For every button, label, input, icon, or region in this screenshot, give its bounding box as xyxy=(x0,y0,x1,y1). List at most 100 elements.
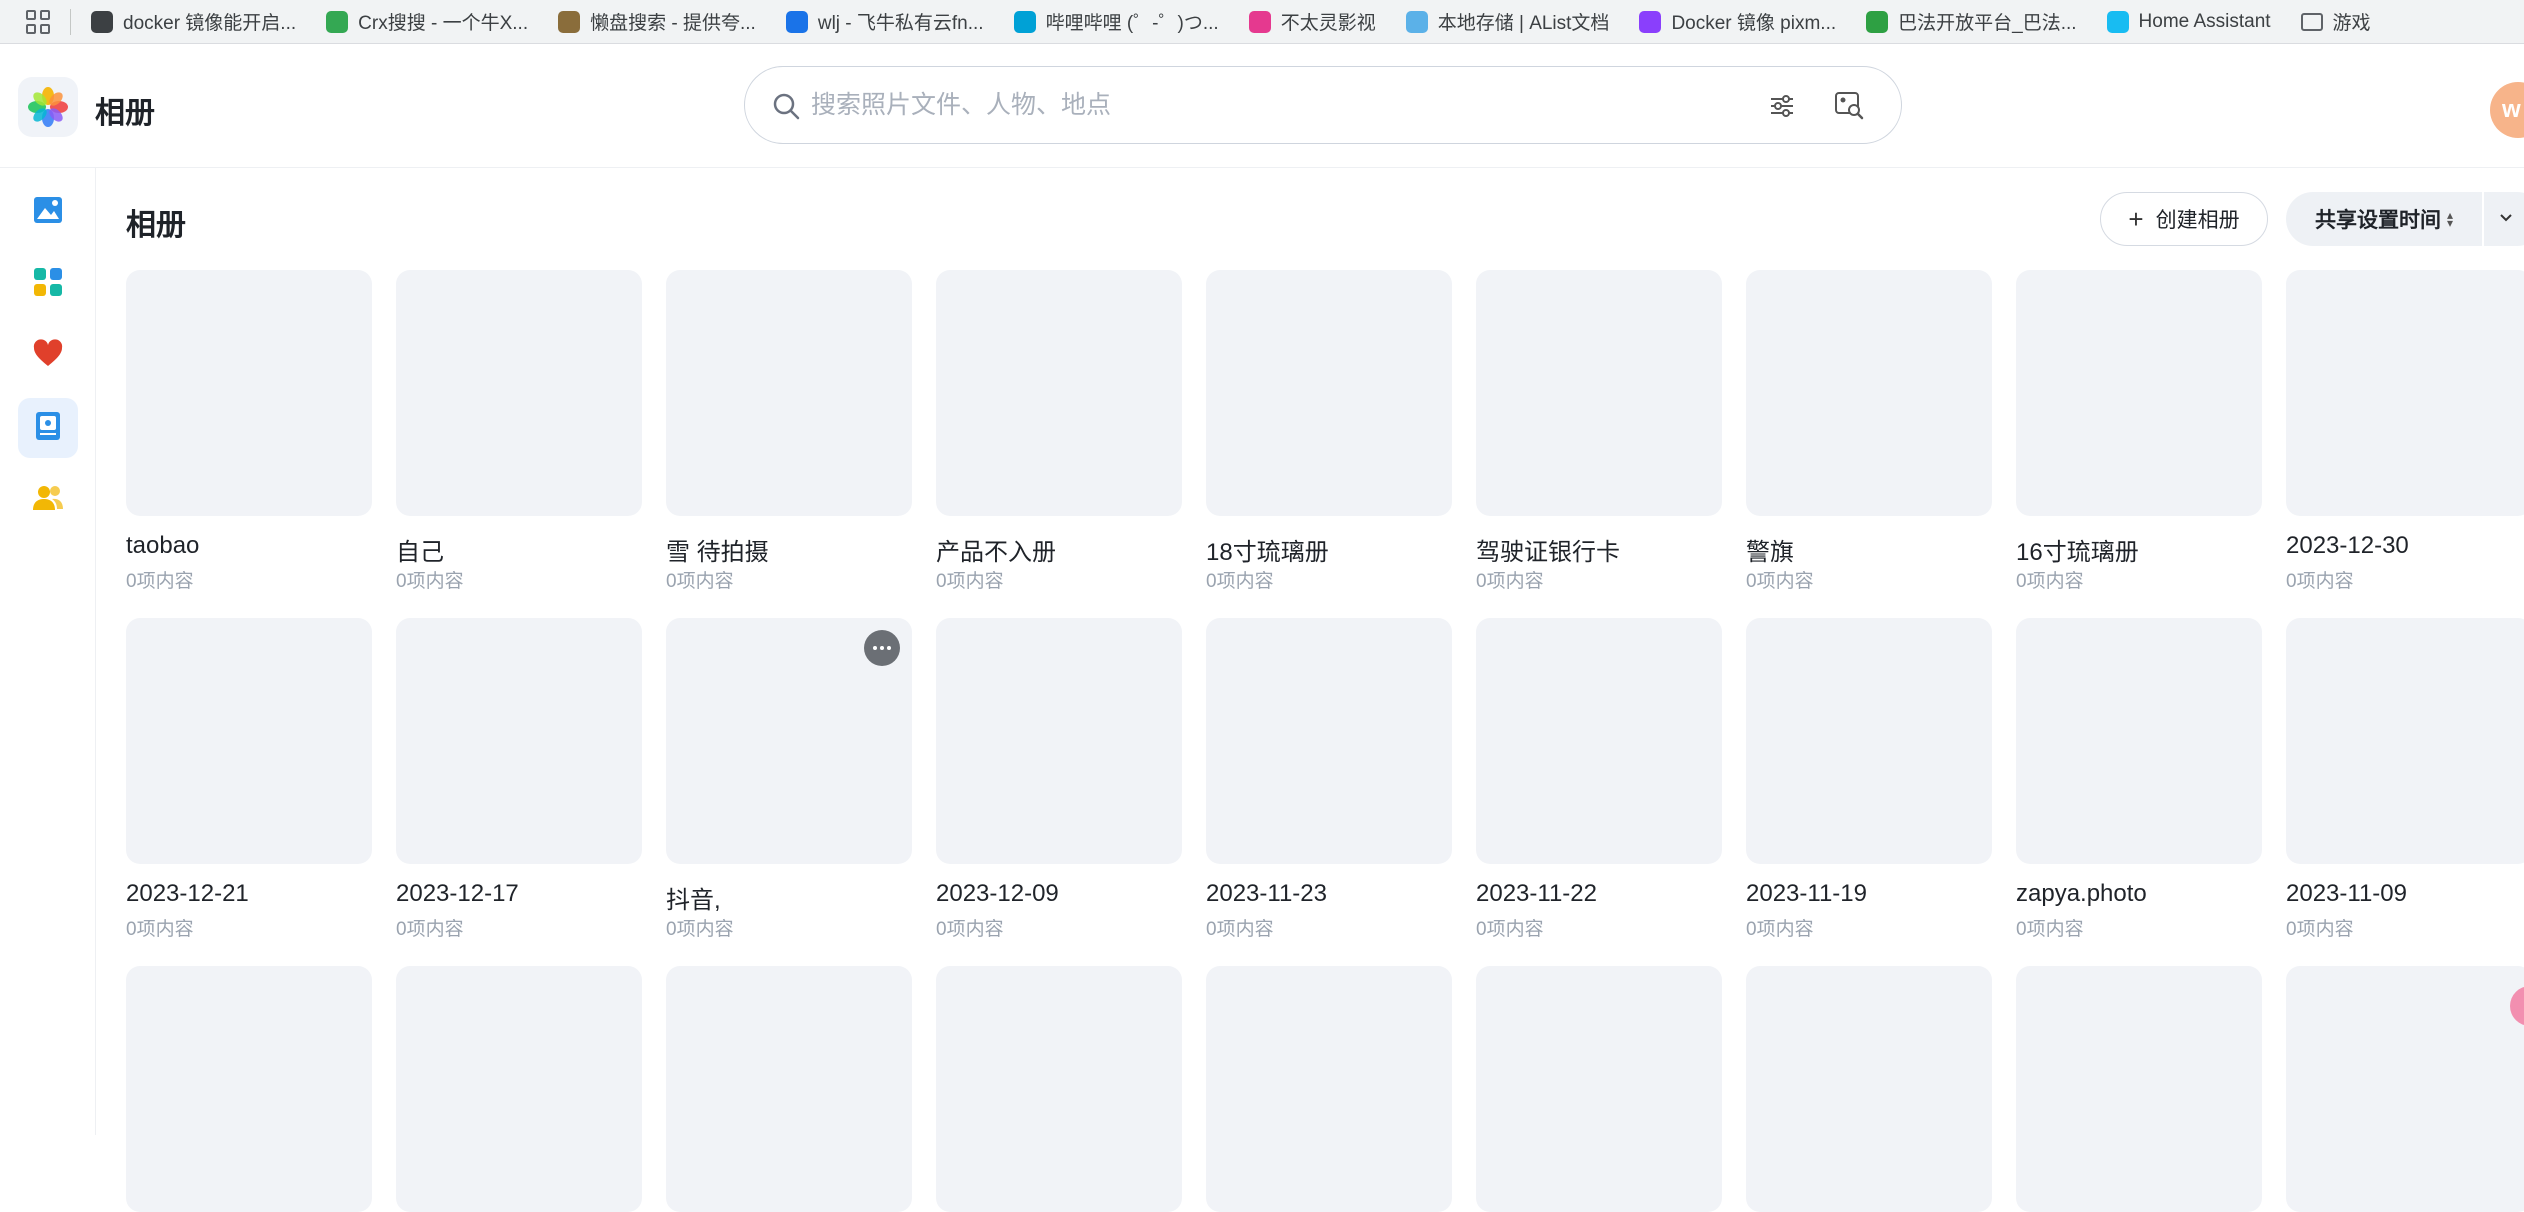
album-thumbnail[interactable] xyxy=(126,270,372,516)
album-thumbnail[interactable] xyxy=(666,270,912,516)
album-card[interactable]: 2023-12-30 0项内容 xyxy=(2286,270,2524,592)
bookmark-label: wlj - 飞牛私有云fn... xyxy=(817,13,984,34)
album-card[interactable]: 16寸琉璃册 0项内容 xyxy=(2016,270,2262,592)
album-card[interactable]: 产品不入册 0项内容 xyxy=(936,270,1182,592)
bookmark-item[interactable]: 哔哩哔哩 (゜-゜)つ... xyxy=(1013,8,1219,35)
album-thumbnail[interactable] xyxy=(126,966,372,1212)
bookmark-item[interactable]: wlj - 飞牛私有云fn... xyxy=(785,8,984,35)
album-card[interactable] xyxy=(936,966,1182,1212)
album-thumbnail[interactable] xyxy=(126,618,372,864)
photo-icon xyxy=(32,194,64,231)
album-card[interactable] xyxy=(1746,966,1992,1212)
album-count: 0项内容 xyxy=(1476,571,1544,592)
search-input[interactable] xyxy=(811,85,1711,125)
sort-dropdown-button[interactable] xyxy=(2484,192,2524,246)
album-card[interactable]: zapya.photo 0项内容 xyxy=(2016,618,2262,940)
search-bar[interactable] xyxy=(744,66,1902,144)
album-card[interactable]: 抖音, 0项内容 xyxy=(666,618,912,940)
heart-icon xyxy=(32,338,64,375)
bookmark-item[interactable]: docker 镜像能开启... xyxy=(91,8,296,35)
album-thumbnail[interactable] xyxy=(2016,966,2262,1212)
album-card[interactable]: 雪 待拍摄 0项内容 xyxy=(666,270,912,592)
album-thumbnail[interactable] xyxy=(936,270,1182,516)
bookmark-item[interactable]: Home Assistant xyxy=(2106,10,2271,33)
album-name: 2023-11-22 xyxy=(1476,880,1597,907)
album-thumbnail[interactable] xyxy=(396,618,642,864)
filter-settings-icon[interactable] xyxy=(1767,91,1797,126)
bookmark-item[interactable]: 懒盘搜索 - 提供夸... xyxy=(558,8,756,35)
album-count: 0项内容 xyxy=(1746,571,1814,592)
app-title: 相册 xyxy=(95,97,155,130)
album-name: 2023-11-19 xyxy=(1746,880,1867,907)
photos-logo-icon[interactable] xyxy=(18,77,78,137)
apps-grid-icon[interactable] xyxy=(24,8,52,36)
bookmark-item[interactable]: 游戏 xyxy=(2300,8,2371,35)
album-name: 警旗 xyxy=(1746,539,1794,566)
album-card[interactable]: 2023-11-23 0项内容 xyxy=(1206,618,1452,940)
album-count: 0项内容 xyxy=(666,919,734,940)
sidebar-item-favorites[interactable] xyxy=(18,326,78,386)
album-thumbnail[interactable] xyxy=(2016,270,2262,516)
album-card[interactable]: taobao 0项内容 xyxy=(126,270,372,592)
album-name: 雪 待拍摄 xyxy=(666,539,769,566)
sidebar-item-albums[interactable] xyxy=(18,398,78,458)
album-thumbnail[interactable] xyxy=(666,966,912,1212)
album-thumbnail[interactable] xyxy=(936,966,1182,1212)
bookmark-item[interactable]: Docker 镜像 pixm... xyxy=(1639,8,1836,35)
album-thumbnail[interactable] xyxy=(1476,966,1722,1212)
sort-button[interactable]: 共享设置时间 ▴ ▾ xyxy=(2286,192,2482,246)
album-card[interactable] xyxy=(396,966,642,1212)
album-thumbnail[interactable] xyxy=(2286,966,2524,1212)
album-name: 2023-12-21 xyxy=(126,880,249,907)
bookmark-label: docker 镜像能开启... xyxy=(123,13,297,34)
album-count: 0项内容 xyxy=(2286,919,2354,940)
album-thumbnail[interactable] xyxy=(1206,270,1452,516)
album-card[interactable]: 2023-11-19 0项内容 xyxy=(1746,618,1992,940)
album-thumbnail[interactable] xyxy=(1476,270,1722,516)
bookmark-label: 懒盘搜索 - 提供夸... xyxy=(590,13,756,34)
sort-arrows-icon: ▴ ▾ xyxy=(2446,208,2454,230)
create-album-button[interactable]: + 创建相册 xyxy=(2100,192,2268,246)
album-thumbnail[interactable] xyxy=(936,618,1182,864)
album-card[interactable] xyxy=(126,966,372,1212)
image-search-icon[interactable] xyxy=(1833,89,1865,126)
album-thumbnail[interactable] xyxy=(1746,618,1992,864)
album-card[interactable]: 驾驶证银行卡 0项内容 xyxy=(1476,270,1722,592)
sidebar-item-photos[interactable] xyxy=(18,182,78,242)
album-thumbnail[interactable] xyxy=(2286,270,2524,516)
album-thumbnail[interactable] xyxy=(666,618,912,864)
bookmark-item[interactable]: Crx搜搜 - 一个牛X... xyxy=(326,8,528,35)
album-card[interactable] xyxy=(666,966,912,1212)
album-thumbnail[interactable] xyxy=(1746,966,1992,1212)
album-card[interactable]: 18寸琉璃册 0项内容 xyxy=(1206,270,1452,592)
sidebar-item-people[interactable] xyxy=(18,470,78,530)
album-card[interactable] xyxy=(2016,966,2262,1212)
album-thumbnail[interactable] xyxy=(1746,270,1992,516)
bookmark-item[interactable]: 本地存储 | AList文档 xyxy=(1405,8,1609,35)
album-thumbnail[interactable] xyxy=(396,270,642,516)
bookmark-item[interactable]: 巴法开放平台_巴法... xyxy=(1866,8,2077,35)
user-avatar[interactable]: w xyxy=(2490,82,2524,138)
album-card[interactable]: 2023-11-22 0项内容 xyxy=(1476,618,1722,940)
bookmark-item[interactable]: 不太灵影视 xyxy=(1248,8,1376,35)
album-card[interactable]: 2023-12-09 0项内容 xyxy=(936,618,1182,940)
album-count: 0项内容 xyxy=(396,571,464,592)
bookmark-list: docker 镜像能开启... Crx搜搜 - 一个牛X... 懒盘搜索 - 提供夸… xyxy=(91,8,2401,35)
album-card[interactable]: 2023-11-09 0项内容 xyxy=(2286,618,2524,940)
album-thumbnail[interactable] xyxy=(1206,618,1452,864)
album-thumbnail[interactable] xyxy=(1206,966,1452,1212)
album-card[interactable]: 警旗 0项内容 xyxy=(1746,270,1992,592)
album-thumbnail[interactable] xyxy=(2016,618,2262,864)
album-card[interactable]: 自己 0项内容 xyxy=(396,270,642,592)
pixman-icon xyxy=(1639,10,1662,33)
album-card[interactable] xyxy=(1206,966,1452,1212)
album-card[interactable]: 2023-12-17 0项内容 xyxy=(396,618,642,940)
album-thumbnail[interactable] xyxy=(2286,618,2524,864)
sidebar-item-categories[interactable] xyxy=(18,254,78,314)
album-card[interactable]: 2023-12-21 0项内容 xyxy=(126,618,372,940)
more-options-icon[interactable] xyxy=(864,630,900,666)
album-thumbnail[interactable] xyxy=(396,966,642,1212)
album-thumbnail[interactable] xyxy=(1476,618,1722,864)
album-card[interactable] xyxy=(2286,966,2524,1212)
album-card[interactable] xyxy=(1476,966,1722,1212)
